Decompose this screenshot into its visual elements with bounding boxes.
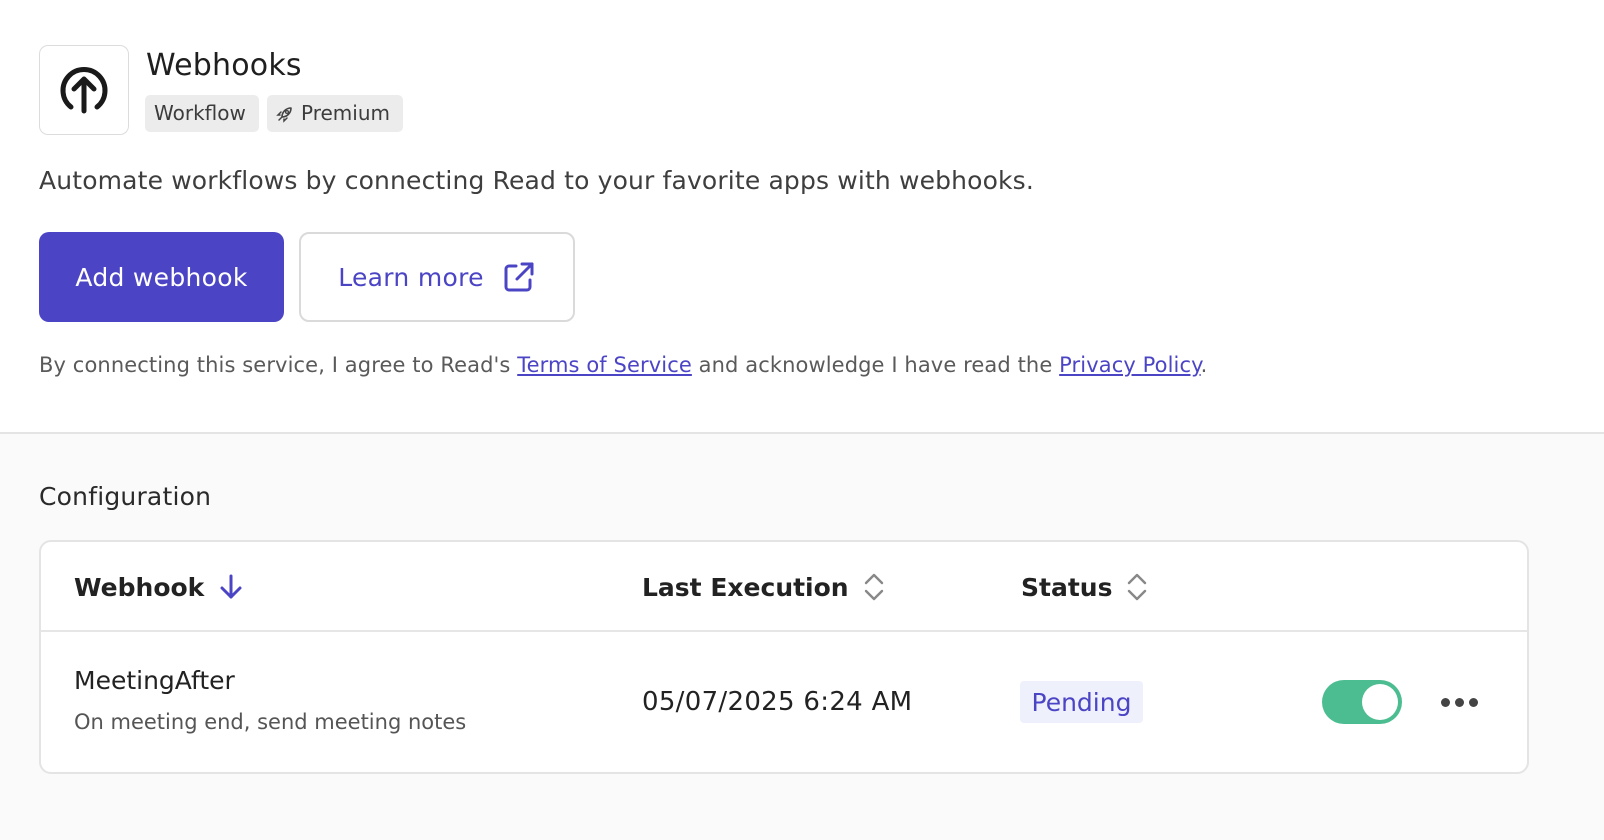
premium-badge: Premium	[267, 95, 403, 132]
table-header: Webhook Last Execution Status	[41, 542, 1527, 632]
upload-circle-icon	[60, 67, 108, 114]
webhook-name: MeetingAfter	[74, 666, 235, 695]
last-execution-value: 05/07/2025 6:24 AM	[642, 687, 913, 717]
sort-descending-icon	[220, 574, 242, 599]
webhooks-table: Webhook Last Execution Status MeetingAft…	[39, 540, 1529, 774]
more-dot-icon	[1454, 697, 1464, 707]
rocket-icon	[276, 106, 292, 123]
webhook-enabled-toggle[interactable]	[1322, 680, 1402, 724]
workflow-badge-label: Workflow	[154, 101, 246, 125]
column-header-last-execution[interactable]: Last Execution	[642, 542, 885, 632]
external-link-icon	[504, 262, 534, 292]
integration-description: Automate workflows by connecting Read to…	[39, 166, 1034, 195]
status-badge: Pending	[1020, 681, 1143, 723]
learn-more-button[interactable]: Learn more	[299, 232, 575, 322]
consent-suffix: .	[1200, 353, 1208, 377]
premium-badge-label: Premium	[301, 101, 390, 125]
column-header-status[interactable]: Status	[1021, 542, 1148, 632]
add-webhook-button[interactable]: Add webhook	[39, 232, 284, 322]
more-options-button[interactable]	[1435, 684, 1483, 720]
consent-text: By connecting this service, I agree to R…	[39, 353, 1207, 377]
sort-unsorted-icon	[864, 573, 883, 601]
learn-more-label: Learn more	[338, 262, 484, 292]
consent-middle: and acknowledge I have read the	[691, 353, 1060, 377]
toggle-knob	[1362, 684, 1398, 720]
configuration-title: Configuration	[39, 482, 212, 511]
terms-of-service-link[interactable]: Terms of Service	[517, 353, 692, 377]
workflow-badge: Workflow	[145, 95, 259, 132]
more-dot-icon	[1440, 697, 1450, 707]
sort-unsorted-icon	[1128, 573, 1147, 601]
column-header-last-execution-label: Last Execution	[642, 572, 849, 602]
column-header-webhook-label: Webhook	[74, 572, 205, 602]
column-header-status-label: Status	[1021, 572, 1113, 602]
configuration-section: Configuration Webhook Last Execution Sta…	[0, 432, 1604, 840]
privacy-policy-link[interactable]: Privacy Policy	[1059, 353, 1201, 377]
integration-header-panel: Webhooks Workflow Premium Automate workf…	[0, 0, 1604, 432]
more-dot-icon	[1468, 697, 1478, 707]
page-title: Webhooks	[146, 48, 302, 83]
consent-prefix: By connecting this service, I agree to R…	[39, 353, 518, 377]
webhook-description: On meeting end, send meeting notes	[74, 710, 467, 734]
column-header-webhook[interactable]: Webhook	[74, 542, 244, 632]
webhook-logo	[39, 45, 129, 135]
